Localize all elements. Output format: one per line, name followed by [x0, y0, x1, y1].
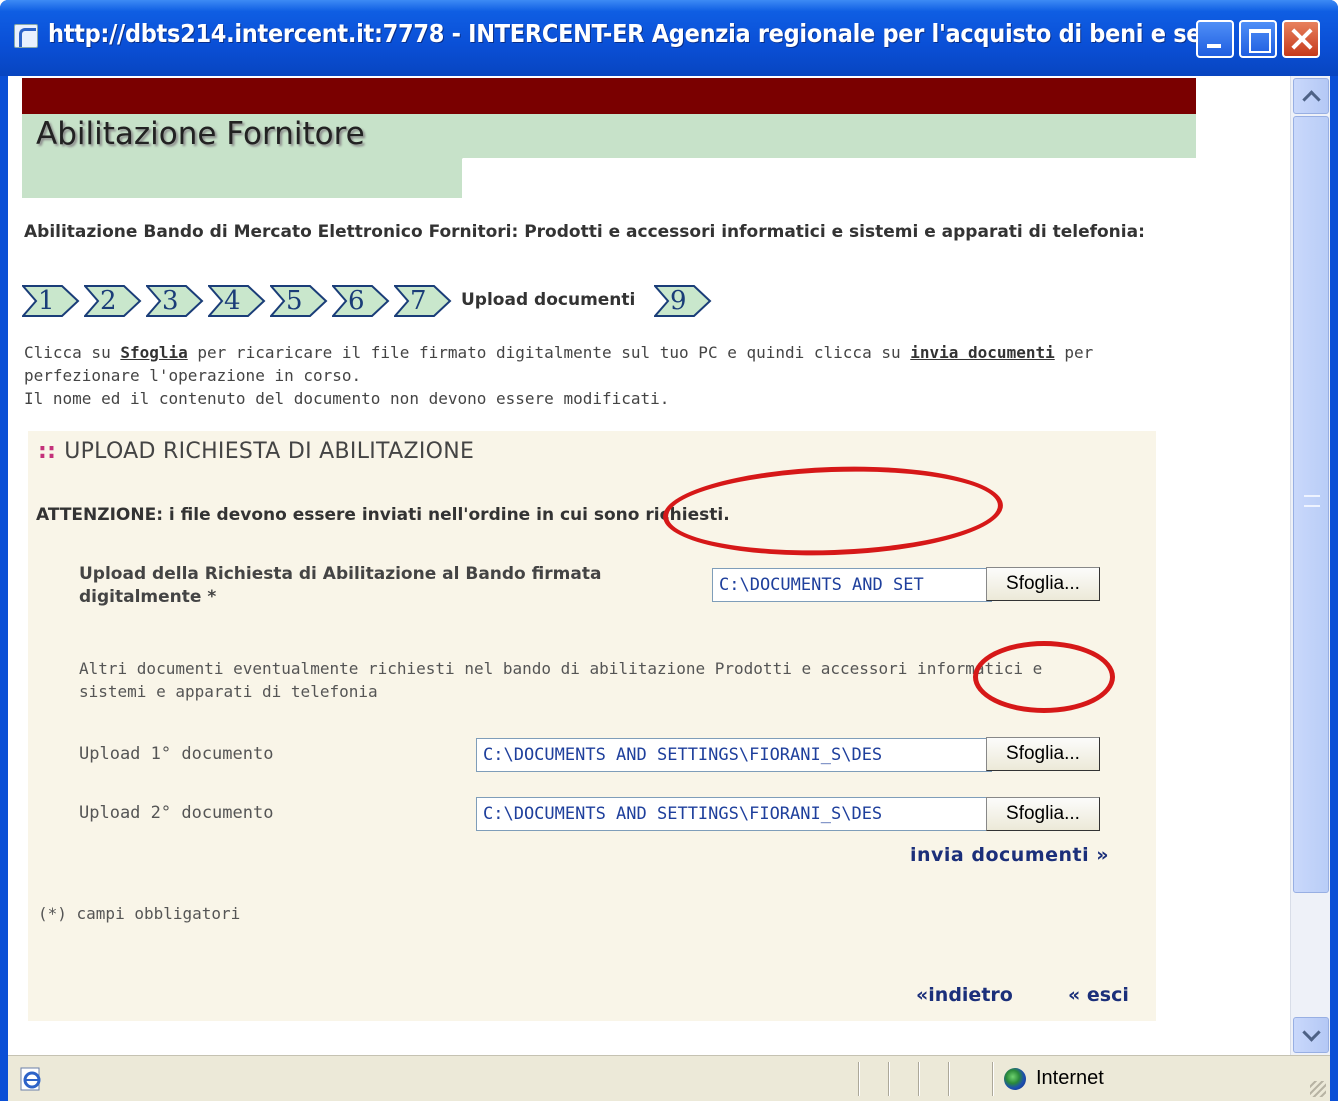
document-2-browse-button[interactable]: Sfoglia... [986, 797, 1100, 831]
request-file-input[interactable]: C:\DOCUMENTS AND SET [712, 568, 992, 602]
status-separator [888, 1062, 890, 1096]
step-1[interactable]: 1 [22, 284, 80, 318]
instructions-part: per ricaricare il file firmato digitalme… [187, 343, 911, 362]
current-step-label: Upload documenti [461, 290, 636, 310]
step-6[interactable]: 6 [332, 284, 390, 318]
resize-grip-icon[interactable] [1310, 1081, 1326, 1097]
instructions-text: Clicca su Sfoglia per ricaricare il file… [24, 341, 1174, 410]
browser-window: http://dbts214.intercent.it:7778 - INTER… [0, 0, 1338, 1101]
step-3[interactable]: 3 [146, 284, 204, 318]
status-separator [858, 1062, 860, 1096]
maximize-button[interactable] [1239, 20, 1277, 58]
document-1-label: Upload 1° documento [79, 744, 274, 764]
instructions-note: Il nome ed il contenuto del documento no… [24, 389, 670, 408]
step-number: 7 [410, 286, 427, 316]
document-1-file-input[interactable]: C:\DOCUMENTS AND SETTINGS\FIORANI_S\DES [476, 738, 992, 772]
step-number: 1 [38, 286, 55, 316]
step-number: 9 [670, 286, 687, 316]
section-title: :: UPLOAD RICHIESTA DI ABILITAZIONE [38, 439, 474, 464]
scroll-thumb[interactable] [1293, 116, 1329, 893]
scroll-grip-icon [1304, 495, 1320, 507]
page-title: Abilitazione Fornitore [36, 116, 365, 152]
scroll-down-arrow-icon[interactable] [1293, 1017, 1329, 1053]
security-zone-label: Internet [1036, 1067, 1104, 1089]
step-number: 3 [162, 286, 179, 316]
page-content: Abilitazione Fornitore Abilitazione Band… [8, 76, 1290, 1055]
step-7[interactable]: 7 [394, 284, 452, 318]
step-number: 4 [224, 286, 241, 316]
document-1-browse-button[interactable]: Sfoglia... [986, 737, 1100, 771]
bando-description: Abilitazione Bando di Mercato Elettronic… [24, 222, 1145, 242]
other-documents-text: Altri documenti eventualmente richiesti … [79, 659, 1043, 701]
step-number: 2 [100, 286, 117, 316]
internet-explorer-icon [14, 24, 38, 48]
section-bullet: :: [38, 439, 57, 464]
scroll-up-arrow-icon[interactable] [1293, 78, 1329, 114]
section-title-text: UPLOAD RICHIESTA DI ABILITAZIONE [64, 439, 475, 464]
request-upload-label: Upload della Richiesta di Abilitazione a… [79, 564, 602, 607]
annotation-circle [973, 641, 1115, 713]
minimize-button[interactable] [1196, 20, 1234, 58]
request-browse-button[interactable]: Sfoglia... [986, 567, 1100, 601]
required-fields-note: (*) campi obbligatori [38, 904, 241, 923]
step-4[interactable]: 4 [208, 284, 266, 318]
step-5[interactable]: 5 [270, 284, 328, 318]
page-status-icon [20, 1067, 41, 1091]
header-banner-top [22, 78, 1196, 114]
status-separator [918, 1062, 920, 1096]
header-banner-cutout [462, 158, 1196, 198]
vertical-scrollbar[interactable] [1290, 76, 1330, 1055]
step-number: 6 [348, 286, 365, 316]
status-bar: Internet [8, 1055, 1330, 1101]
window-title: http://dbts214.intercent.it:7778 - INTER… [48, 19, 1234, 48]
status-separator [992, 1062, 994, 1096]
browser-client-area: Abilitazione Fornitore Abilitazione Band… [8, 76, 1330, 1055]
exit-link[interactable]: « esci [1068, 984, 1129, 1006]
back-link[interactable]: «indietro [916, 984, 1013, 1006]
title-bar[interactable]: http://dbts214.intercent.it:7778 - INTER… [0, 0, 1338, 76]
header-banner-slope [418, 158, 463, 198]
instructions-part: Clicca su [24, 343, 121, 362]
send-documents-link[interactable]: invia documenti » [910, 844, 1109, 866]
sfoglia-link[interactable]: Sfoglia [120, 343, 187, 362]
attention-note: ATTENZIONE: i file devono essere inviati… [36, 505, 730, 525]
step-number: 5 [286, 286, 303, 316]
document-2-file-input[interactable]: C:\DOCUMENTS AND SETTINGS\FIORANI_S\DES [476, 797, 992, 831]
step-9: 9 [654, 284, 712, 318]
status-separator [948, 1062, 950, 1096]
internet-zone-globe-icon [1004, 1068, 1026, 1090]
step-2[interactable]: 2 [84, 284, 142, 318]
close-button[interactable] [1282, 20, 1320, 58]
invia-documenti-link[interactable]: invia documenti [910, 343, 1055, 362]
document-2-label: Upload 2° documento [79, 803, 274, 823]
